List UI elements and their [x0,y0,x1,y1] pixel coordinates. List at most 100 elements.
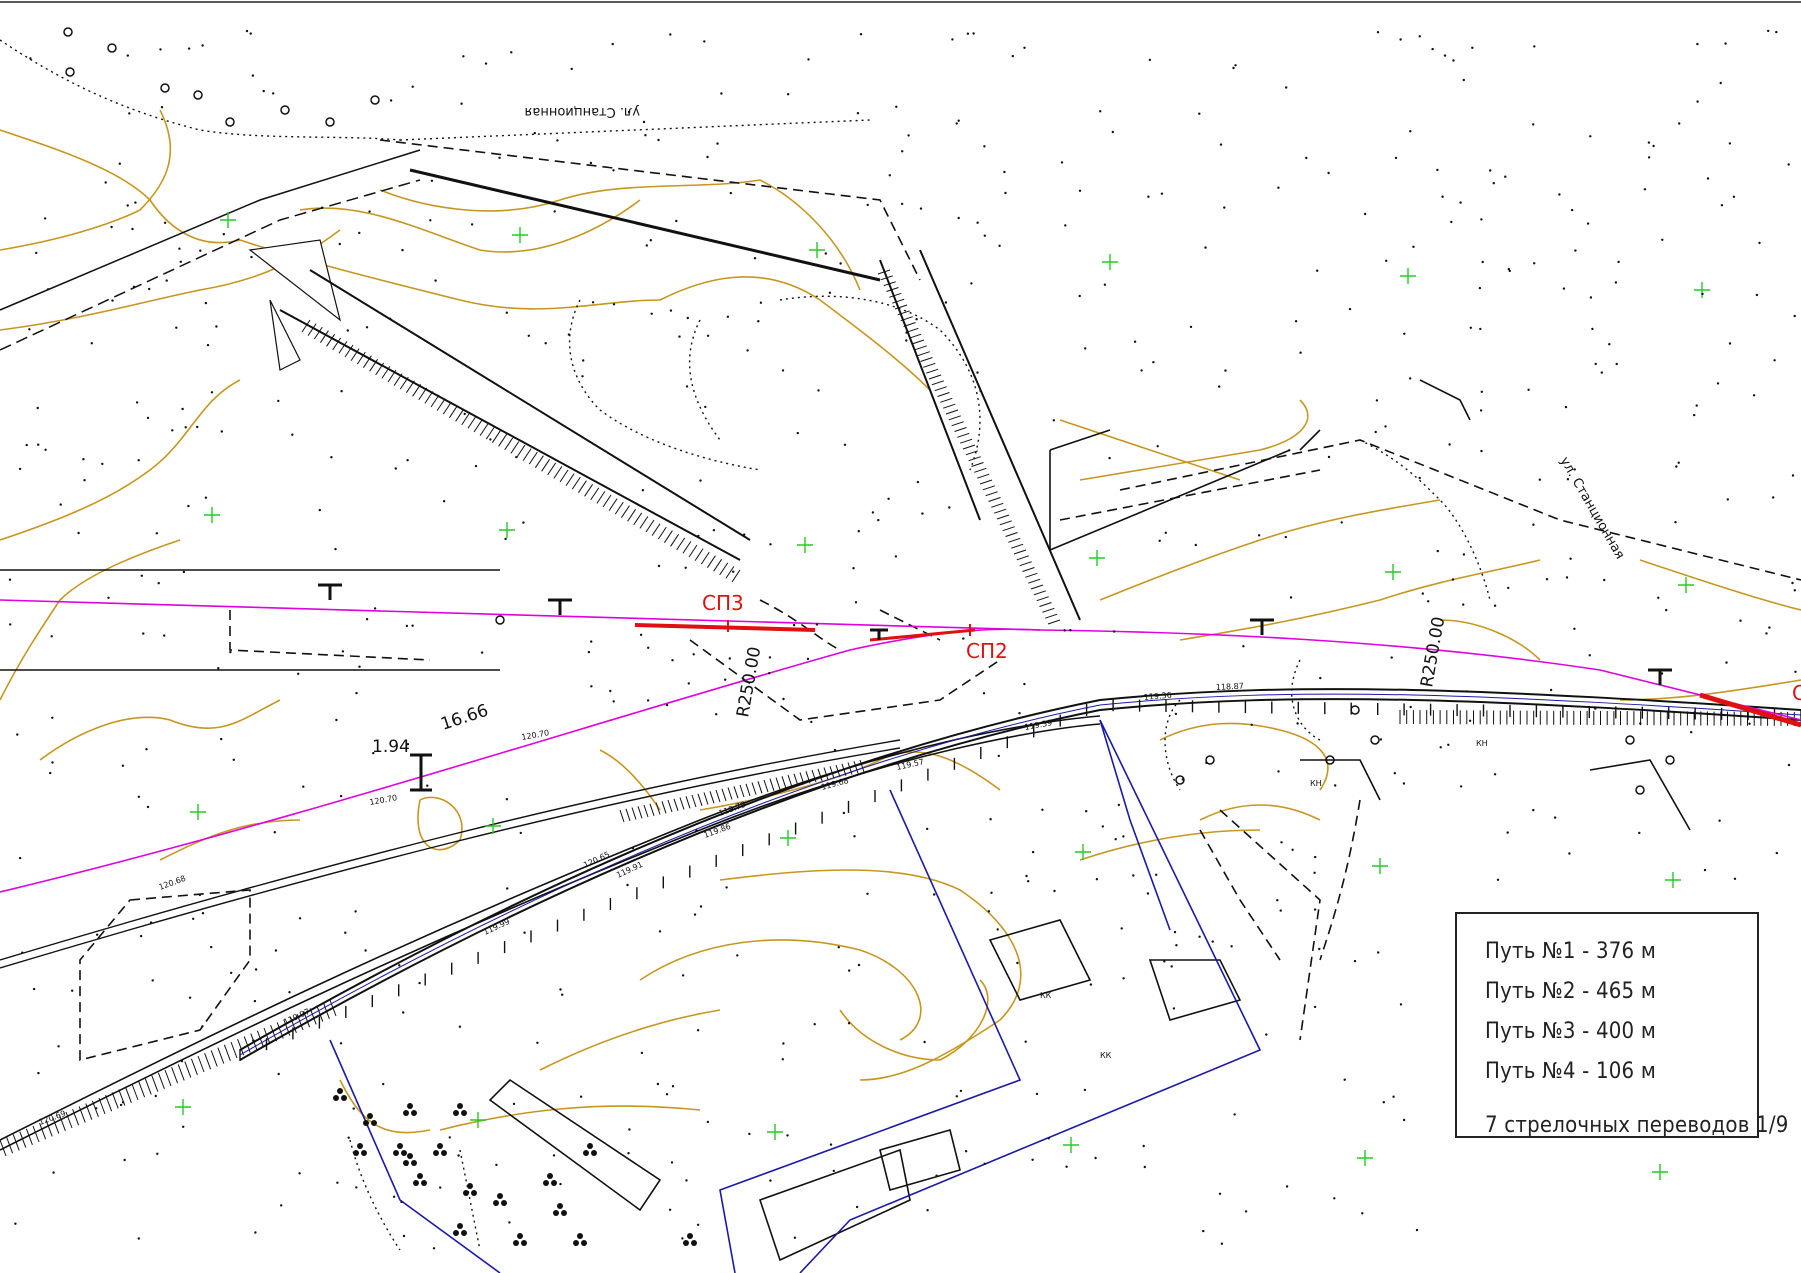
elevation-point [1024,1040,1027,1043]
elevation-point [915,318,918,321]
elevation-point [1614,281,1618,284]
elevation-point [1732,195,1736,198]
elevation-point [781,369,785,372]
elevation-point [983,145,986,148]
elevation-point [668,1208,672,1212]
elevation-point [139,934,143,938]
elevation-point [1532,523,1535,526]
elevation-point [1108,456,1111,460]
elevation-point [581,375,584,378]
hatch-tick [911,339,925,345]
hatch-tick [559,469,569,483]
elevation-point [196,425,199,429]
elevation-point [1496,878,1500,881]
elevation-point [859,33,863,36]
elevation-point [728,657,731,660]
hatch-tick [667,799,673,813]
elevation-point [1291,848,1294,851]
tree-symbol [543,1173,557,1186]
elevation-point [907,134,910,137]
elevation-point [119,1103,123,1107]
tree-symbol [463,1183,477,1196]
elevation-point [1696,42,1699,46]
elevation-point [567,333,571,336]
elevation-point [1085,810,1088,813]
hatch-tick [177,1064,185,1081]
elevation-point [748,1132,751,1136]
hatch-tick [960,438,973,444]
elevation-point [411,624,414,627]
elevation-point [1095,878,1099,881]
hatch-tick [661,801,667,814]
elevation-point [1755,293,1759,297]
elevation-point [699,905,703,908]
elevation-point [1220,1242,1224,1245]
elevation-point [1409,377,1412,380]
elevation-point [1276,899,1279,902]
elevation-point [1172,1007,1176,1010]
elevation-point [1377,951,1380,954]
elevation-point [163,221,167,224]
hatch-tick [974,467,987,473]
elevation-point [1348,307,1352,311]
elevation-point [703,40,706,43]
elevation-point [1390,656,1393,659]
elevation-point [641,489,645,492]
elevation-point [1160,192,1164,195]
elevation-point [1148,58,1152,62]
elevation-point [1204,246,1207,249]
hatch-tick [577,480,587,493]
elevation-point [894,555,898,558]
well-circle [325,117,335,127]
elevation-point [1146,892,1150,895]
elevation-point [877,518,880,522]
elevation-point [855,1205,859,1209]
elevation-point [684,566,687,569]
elevation-point [697,534,700,538]
hatch-tick [1028,578,1041,584]
hatch-tick [1019,561,1032,567]
hatch-tick [727,787,733,800]
hatch-tick [657,526,667,540]
grid-cross [204,507,220,523]
elevation-point [1063,629,1066,632]
elevation-point [1122,835,1125,838]
elevation-point [146,416,150,420]
elevation-point [358,231,361,235]
elevation-point [609,689,612,693]
elevation-point [1156,445,1159,448]
elevation-point [49,771,52,775]
elevation-point [411,85,414,88]
hatch-tick [923,362,936,368]
switch-label-sp3: СП3 [702,591,744,615]
elevation-point [678,335,681,338]
elevation-point [519,831,522,835]
elevation-point [696,1223,700,1227]
elevation-point [611,42,614,46]
hatch-tick [914,345,927,351]
elevation-point [536,1041,539,1045]
elevation-point [71,989,74,992]
elevation-point [1724,42,1727,45]
embankment-slopes [248,168,1081,621]
elevation-point [1376,31,1380,34]
elevation-point [52,1171,55,1174]
elevation-point [1374,430,1377,434]
elevation-point [273,831,276,834]
elevation-point [948,506,951,509]
elevation-point [553,210,556,213]
grid-cross [190,804,206,820]
elevation-point [1716,382,1720,385]
grid-cross [512,227,528,243]
elevation-point [1284,535,1288,539]
elevation-point [1538,478,1542,481]
elevation-point [156,1152,159,1156]
elevation-point [1565,576,1569,579]
elevation-point [955,122,958,125]
elevation-point [856,112,860,115]
hatch-tick [151,1075,159,1092]
elevation-point [1316,269,1319,272]
elevation-point [1787,163,1790,166]
hatch-tick [979,479,993,485]
tree-symbol [453,1103,467,1116]
